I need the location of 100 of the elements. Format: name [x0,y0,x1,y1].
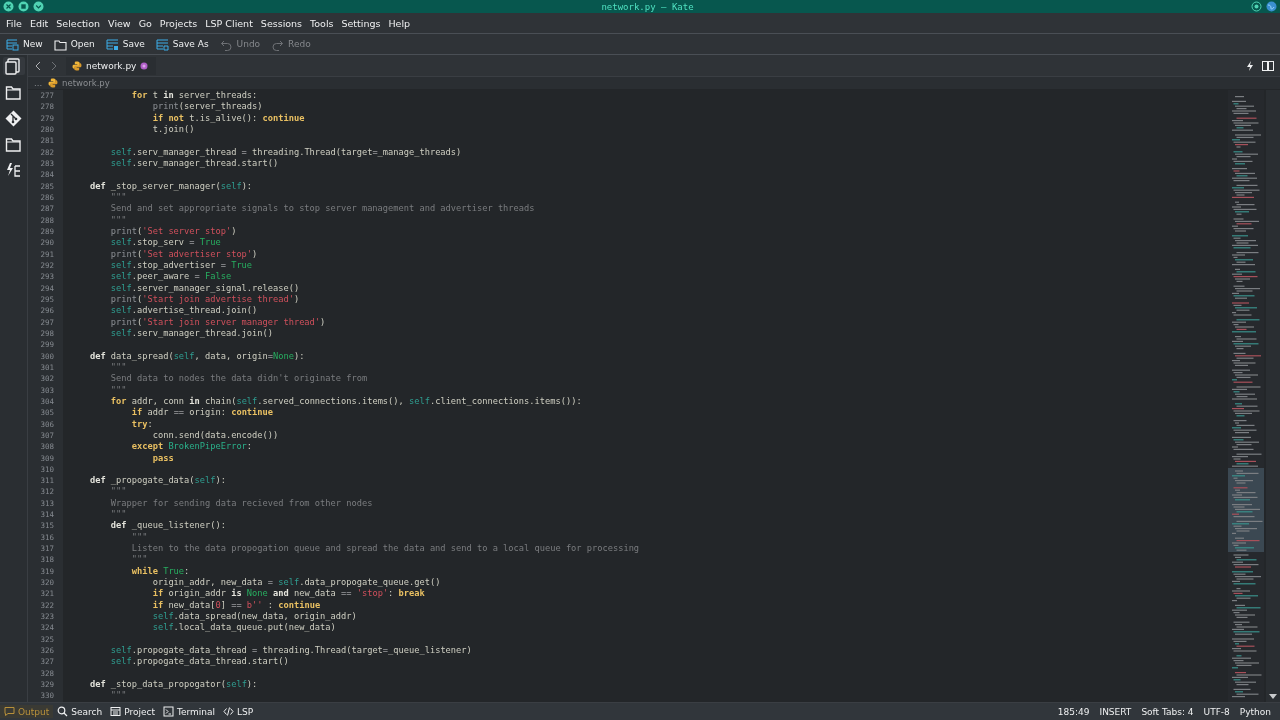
code-line: """ [109,509,128,521]
code-line: self.stop_advertiser = True [109,259,254,272]
code-line: self.data_spread(new_data, origin_addr) [151,611,358,623]
code-line: conn.send(data.encode()) [151,429,280,442]
git-icon[interactable] [5,109,22,127]
code-line: self.server_manager_signal.release() [109,282,301,294]
code-line: def _propogate_data(self): [88,475,227,487]
save-as-icon [155,37,169,51]
code-line: print('Start join server manager thread') [109,316,327,328]
code-line: print(server_threads) [151,101,264,113]
minimize-icon[interactable] [33,1,44,12]
code-line: self.serv_manager_thread.start() [109,157,280,170]
code-line: while True: [130,565,191,578]
scroll-down-icon[interactable] [1269,694,1277,700]
code-line: def _stop_data_propogator(self): [88,679,259,691]
code-line: t.join() [151,124,196,136]
indentation-setting[interactable]: Soft Tabs: 4 [1136,706,1199,717]
cursor-position[interactable]: 185:49 [1052,706,1095,717]
code-line: if addr == origin: continue [130,407,274,419]
code-line: print('Set server stop') [109,225,238,238]
code-line: """ [109,214,128,226]
code-line: for t in server_threads: [130,90,259,102]
menu-item[interactable]: Go [134,17,156,29]
python-icon [72,60,82,71]
panel-tab[interactable]: Output [0,705,54,718]
menu-item[interactable]: Sessions [256,17,307,29]
code-line: for addr, conn in chain(self.served_connections.items(), self.client_connections.items()): [109,395,583,407]
code-line: self.serv_manager_thread.join() [109,327,274,340]
syntax-mode[interactable]: Python [1234,706,1276,717]
code-line: except BrokenPipeError: [130,441,254,453]
code-line: def data_spread(self, data, origin=None): [88,350,306,362]
code-line: """ [130,554,149,566]
folder-icon[interactable] [5,83,22,101]
code-line: if origin_addr is None and new_data == 'stop': break [151,588,426,600]
forward-icon[interactable] [50,60,58,71]
split-view-icon[interactable] [1262,60,1274,71]
menu-item[interactable]: Settings [337,17,385,29]
code-line: print('Set advertiser stop') [109,248,259,260]
code-line: Listen to the data propogation queue and spread the data and send to a local queue for processing [130,543,641,555]
menu-item[interactable]: Projects [155,17,202,29]
code-line: pass [151,452,175,464]
new-document-icon [6,37,19,51]
toolbar-button[interactable]: Save As [152,35,215,53]
code-line: Send and set appropriate signals to stop server management and advertiser threads [109,203,536,215]
menu-item[interactable]: Edit [25,17,53,29]
code-line: if new_data[0] == b'' : continue [151,599,322,612]
code-line: Wrapper for sending data recieved from other nodes [109,497,374,510]
encoding[interactable]: UTF-8 [1198,706,1235,717]
menu-item[interactable]: Tools [306,17,338,29]
code-line: self.advertise_thread.join() [109,305,259,317]
search-icon [57,706,69,717]
toolbar-button[interactable]: Open [50,35,101,53]
maximize-icon[interactable] [18,1,29,12]
window-title: network.py — Kate [601,1,694,12]
code-line: def _queue_listener(): [109,520,227,532]
code-icon [223,706,235,717]
input-mode[interactable]: INSERT [1094,706,1137,717]
panel-tab[interactable]: Search [53,705,107,718]
code-line: self.peer_aware = False [109,271,233,283]
code-line: """ [109,486,128,498]
code-line: """ [109,690,128,702]
terminal-icon [163,706,174,717]
file-tab[interactable]: network.py [66,56,157,75]
code-line: self.propogate_data_thread = threading.Thread(target=_queue_listener) [109,645,473,657]
breadcrumb-ellipsis[interactable]: ... [34,78,43,88]
globe-icon[interactable] [1266,1,1277,12]
code-line: print('Start join advertise thread') [109,293,301,306]
panel-tab[interactable]: LSP [219,705,258,718]
breadcrumb-item[interactable]: network.py [48,78,110,88]
save-icon [105,37,119,51]
pin-icon[interactable] [1251,1,1262,12]
code-line: try: [130,418,154,430]
menu-item[interactable]: File [2,17,26,29]
panel-tab[interactable]: Terminal [159,705,220,718]
output-icon [4,706,15,717]
symbols-icon[interactable] [5,161,22,179]
code-line: self.local_data_queue.put(new_data) [151,622,337,634]
code-line: self.serv_manager_thread = threading.Thread(target=_manage_threads) [109,146,463,158]
menu-item[interactable]: LSP Client [201,17,257,29]
python-icon [48,78,59,88]
toolbar-button[interactable]: Save [102,35,151,53]
code-line: origin_addr, new_data = self.data_propogate_queue.get() [151,577,442,589]
lightning-icon[interactable] [1246,60,1254,71]
documents-icon[interactable] [5,57,22,75]
panel-tab[interactable]: Project [106,705,159,718]
code-line: Send data to nodes the data didn't originate from [109,373,369,385]
folder-icon [53,37,67,51]
toolbar-button[interactable]: New [3,35,49,53]
code-line: def _stop_server_manager(self): [88,180,254,192]
menu-item[interactable]: Selection [52,17,105,29]
code-line: """ [109,191,128,204]
code-line: self.stop_serv = True [109,237,222,249]
code-line: """ [109,361,128,374]
code-line: """ [130,531,149,544]
close-icon[interactable] [3,1,14,12]
folder-icon[interactable] [5,135,22,153]
menu-item[interactable]: View [104,17,135,29]
code-line: self.propogate_data_thread.start() [109,656,290,668]
menu-item[interactable]: Help [384,17,415,29]
back-icon[interactable] [34,60,42,71]
